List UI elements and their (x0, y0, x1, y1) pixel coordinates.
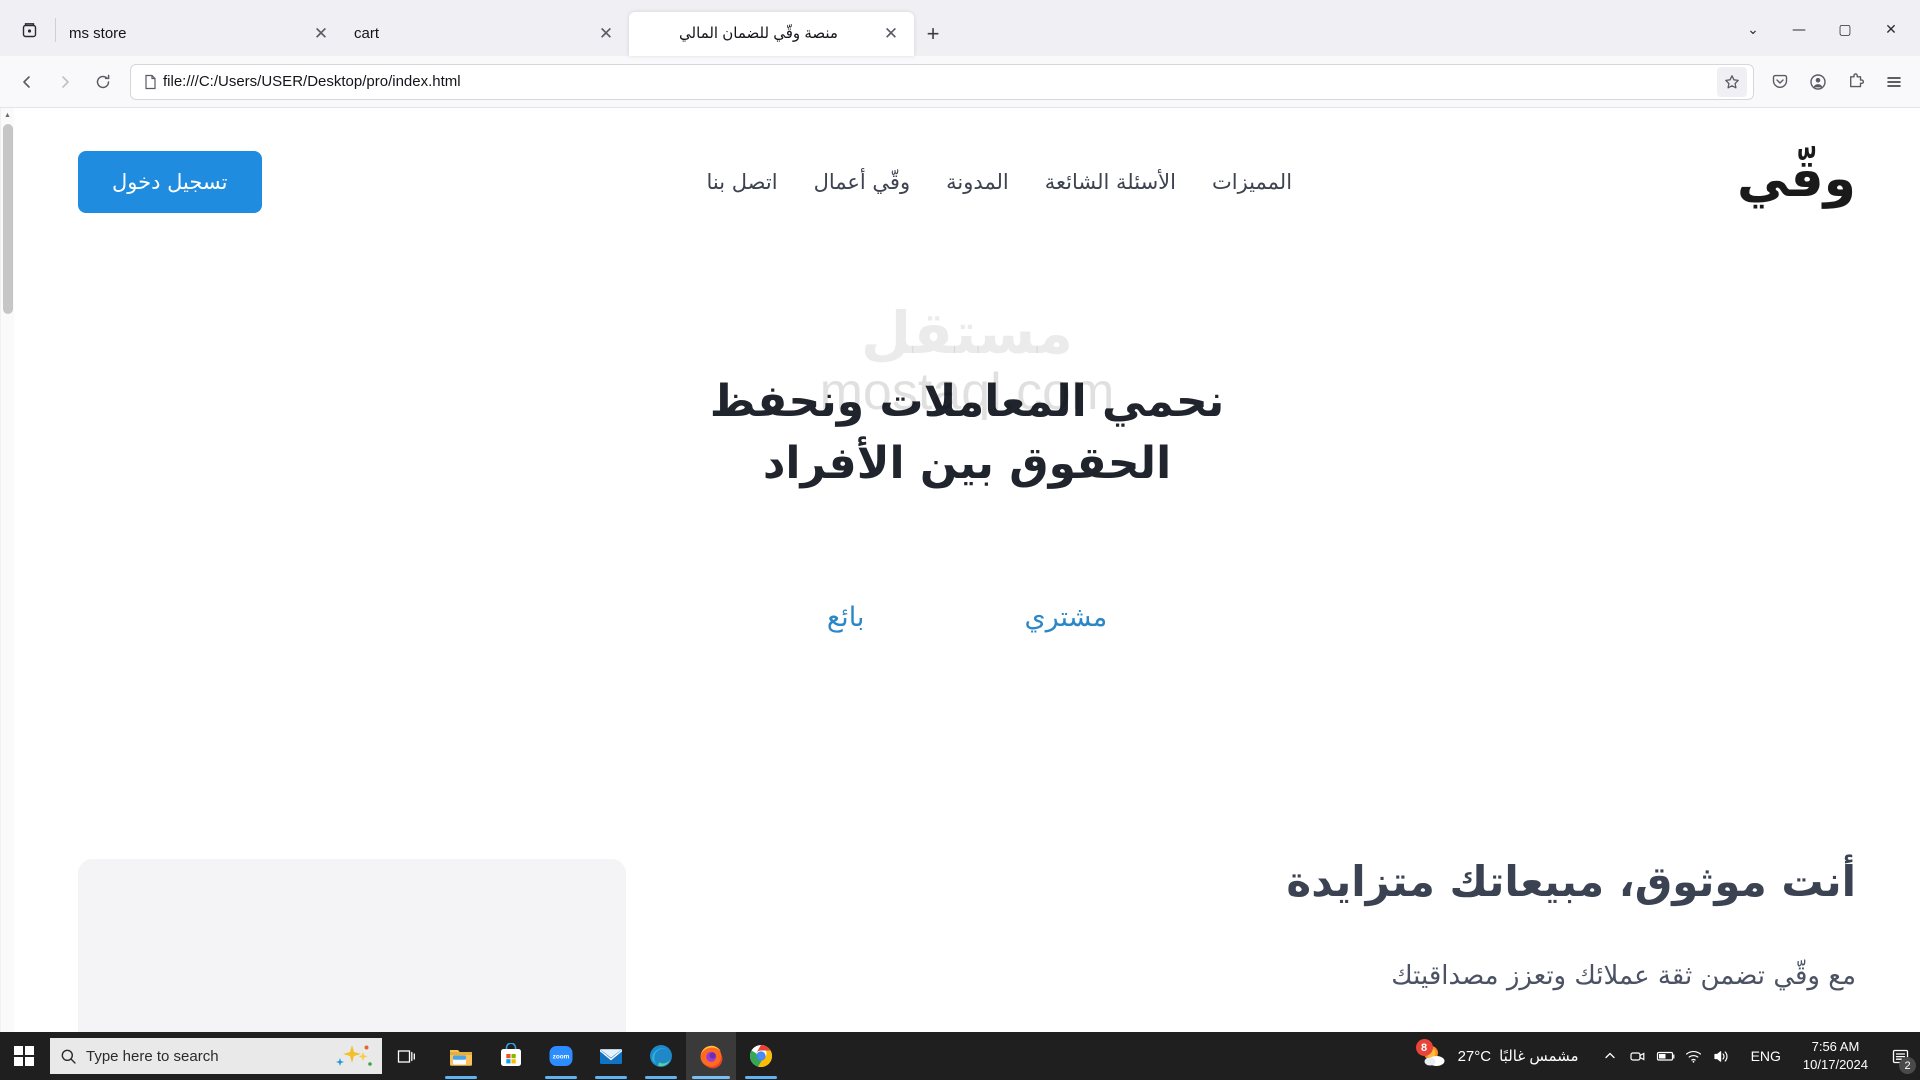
clock-time: 7:56 AM (1811, 1039, 1860, 1055)
show-hidden-icons-chevron-icon[interactable] (1597, 1032, 1623, 1080)
trust-section-text: أنت موثوق، مبيعاتك متزايدة مع وقّي تضمن … (686, 845, 1856, 997)
maximize-button[interactable]: ▢ (1822, 8, 1868, 52)
close-icon[interactable]: ✕ (593, 21, 619, 47)
nav-item-features[interactable]: المميزات (1212, 170, 1292, 194)
taskbar-search-box[interactable]: Type here to search (50, 1038, 382, 1074)
tab-label: ms store (69, 25, 127, 42)
close-icon[interactable]: ✕ (308, 21, 334, 47)
url-text[interactable]: file:///C:/Users/USER/Desktop/pro/index.… (163, 73, 1717, 90)
trust-section-heading: أنت موثوق، مبيعاتك متزايدة (1286, 856, 1856, 906)
taskbar-app-google-chrome[interactable] (736, 1032, 786, 1080)
taskbar-app-list: zoom (436, 1032, 786, 1080)
web-page: وقّي المميزات الأسئلة الشائعة المدونة وق… (14, 108, 1920, 1080)
tab-divider (55, 18, 56, 42)
pocket-icon[interactable] (1762, 64, 1798, 100)
taskbar-app-mail[interactable] (586, 1032, 636, 1080)
clock-date: 10/17/2024 (1802, 1057, 1868, 1072)
meet-now-camera-icon[interactable] (1625, 1032, 1651, 1080)
browser-toolbar: file:///C:/Users/USER/Desktop/pro/index.… (0, 56, 1920, 108)
hero-role-links: مشتري بائع (14, 602, 1920, 633)
browser-tab-waqqi-active[interactable]: منصة وقّي للضمان المالي ✕ (629, 12, 914, 56)
new-tab-button[interactable]: + (914, 15, 952, 53)
bookmark-star-icon[interactable] (1717, 66, 1747, 97)
tab-strip: ms store ✕ cart ✕ منصة وقّي للضمان المال… (0, 0, 1920, 56)
weather-condition: مشمس غالبًا (1499, 1048, 1579, 1065)
page-viewport: وقّي المميزات الأسئلة الشائعة المدونة وق… (0, 108, 1920, 1080)
weather-alert-badge: 8 (1415, 1039, 1433, 1056)
notification-center-button[interactable]: 2 (1880, 1032, 1920, 1080)
role-link-seller[interactable]: بائع (827, 602, 865, 633)
tray-icon-group (1591, 1032, 1741, 1080)
taskbar-app-zoom[interactable]: zoom (536, 1032, 586, 1080)
close-window-button[interactable]: ✕ (1868, 8, 1914, 52)
firefox-window: ms store ✕ cart ✕ منصة وقّي للضمان المال… (0, 0, 1920, 1080)
taskbar-clock[interactable]: 7:56 AM 10/17/2024 (1791, 1032, 1880, 1080)
nav-item-faq[interactable]: الأسئلة الشائعة (1045, 170, 1176, 194)
role-link-buyer[interactable]: مشتري (1024, 602, 1107, 633)
wifi-icon[interactable] (1681, 1032, 1707, 1080)
start-button[interactable] (0, 1032, 48, 1080)
close-icon[interactable]: ✕ (878, 21, 904, 47)
scrollbar-thumb[interactable] (3, 124, 13, 314)
weather-sun-cloud-icon: 8 (1415, 1039, 1450, 1069)
login-button[interactable]: تسجيل دخول (78, 151, 262, 213)
taskbar-app-file-explorer[interactable] (436, 1032, 486, 1080)
tab-label: منصة وقّي للضمان المالي (679, 25, 838, 42)
nav-item-contact[interactable]: اتصل بنا (707, 170, 778, 194)
account-icon[interactable] (1800, 64, 1836, 100)
forward-icon[interactable] (46, 63, 84, 101)
windows-taskbar: Type here to search zoom 8 27°C مشمس غال… (0, 1032, 1920, 1080)
extensions-icon[interactable] (1838, 64, 1874, 100)
taskbar-app-firefox[interactable] (686, 1032, 736, 1080)
window-controls: ⌄ — ▢ ✕ (1730, 8, 1914, 52)
address-bar[interactable]: file:///C:/Users/USER/Desktop/pro/index.… (130, 63, 1754, 100)
reload-icon[interactable] (84, 63, 122, 101)
language-indicator[interactable]: ENG (1741, 1032, 1791, 1080)
browser-tab-ms-store[interactable]: ms store ✕ (59, 12, 344, 56)
firefox-view-button[interactable] (6, 8, 52, 52)
search-placeholder: Type here to search (86, 1047, 219, 1065)
back-icon[interactable] (8, 63, 46, 101)
battery-icon[interactable] (1653, 1032, 1679, 1080)
weather-temperature: 27°C (1457, 1047, 1492, 1065)
list-all-tabs-icon[interactable]: ⌄ (1730, 8, 1776, 52)
notification-count-badge: 2 (1899, 1057, 1916, 1074)
nav-item-business[interactable]: وقّي أعمال (814, 170, 911, 194)
windows-logo-icon (14, 1046, 34, 1066)
browser-tab-cart[interactable]: cart ✕ (344, 12, 629, 56)
trust-section-body: مع وقّي تضمن ثقة عملائك وتعزز مصداقيتك (1391, 960, 1856, 991)
site-logo[interactable]: وقّي (1737, 153, 1857, 211)
copilot-sparkle-icon (330, 1043, 372, 1069)
hero-section: نحمي المعاملات ونحفظ الحقوق بين الأفراد … (14, 256, 1920, 633)
system-tray: 8 27°C مشمس غالبًا ENG 7:56 AM 10/17/202… (1408, 1032, 1920, 1080)
weather-widget[interactable]: 8 27°C مشمس غالبًا (1408, 1032, 1591, 1080)
page-scrollbar[interactable]: ▲ (0, 108, 14, 1080)
scroll-up-arrow[interactable]: ▲ (1, 108, 14, 122)
toolbar-actions (1762, 64, 1912, 100)
taskbar-app-microsoft-edge[interactable] (636, 1032, 686, 1080)
search-icon (61, 1049, 76, 1064)
nav-item-blog[interactable]: المدونة (946, 170, 1009, 194)
task-view-button[interactable] (382, 1032, 430, 1080)
app-menu-icon[interactable] (1876, 64, 1912, 100)
volume-icon[interactable] (1709, 1032, 1735, 1080)
page-file-icon (137, 74, 163, 90)
minimize-button[interactable]: — (1776, 8, 1822, 52)
site-header: وقّي المميزات الأسئلة الشائعة المدونة وق… (14, 108, 1920, 256)
svg-text:zoom: zoom (553, 1054, 570, 1061)
main-navigation: المميزات الأسئلة الشائعة المدونة وقّي أع… (262, 170, 1738, 194)
hero-heading: نحمي المعاملات ونحفظ الحقوق بين الأفراد (709, 376, 1225, 490)
taskbar-app-microsoft-store[interactable] (486, 1032, 536, 1080)
tab-label: cart (354, 25, 380, 42)
